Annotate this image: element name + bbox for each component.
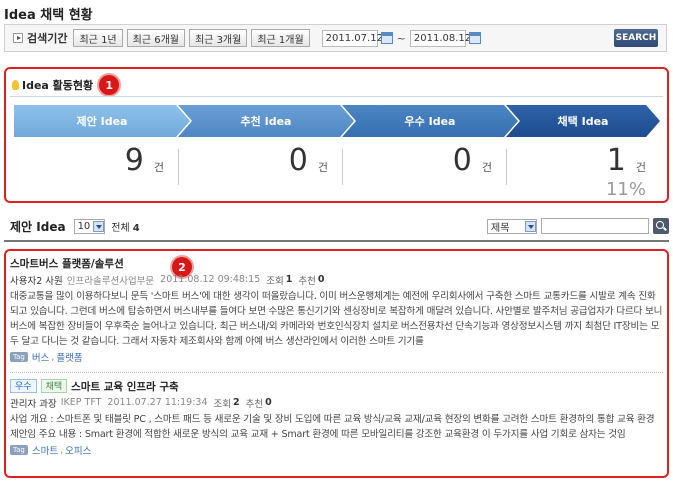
search-period-text: 검색기간: [27, 32, 68, 45]
page-title: Idea 채택 현황: [4, 8, 93, 23]
divider: [10, 96, 663, 97]
calendar-icon[interactable]: [468, 32, 481, 44]
list-item: 스마트버스 플랫폼/솔루션 사용자2 사원 인프라솔루션사업부문 2011.08…: [10, 255, 663, 364]
arrow-right-icon: [13, 33, 23, 43]
tag-link[interactable]: 오피스: [65, 443, 91, 457]
count-unit: 건: [153, 161, 164, 174]
date-from-field[interactable]: 2011.07.12: [321, 29, 383, 47]
count-unit: 건: [481, 161, 492, 174]
adoption-rate: 11%: [605, 179, 646, 200]
search-icon[interactable]: [653, 218, 669, 234]
tag-separator: ,: [51, 351, 55, 363]
stage-counts: 9 건 0 건 0 건 1 건 11%: [14, 143, 660, 200]
count-value[interactable]: 0: [289, 143, 308, 179]
page-size-select[interactable]: 10: [73, 218, 106, 234]
idea-title-row: 우수 채택 스마트 교육 인프라 구축: [10, 378, 663, 394]
views-label: 조회: [213, 398, 231, 410]
idea-meta: 사용자2 사원 인프라솔루션사업부문 2011.08.12 09:48:15 조…: [10, 272, 663, 287]
views-count: 1: [285, 274, 293, 285]
search-input[interactable]: [541, 218, 649, 234]
tag-link[interactable]: 플랫폼: [56, 350, 82, 364]
idea-list: 2 스마트버스 플랫폼/솔루션 사용자2 사원 인프라솔루션사업부문 2011.…: [4, 249, 669, 478]
lightbulb-icon: [12, 80, 19, 90]
chevron-down-icon: [525, 220, 536, 232]
timestamp: 2011.07.27 11:19:34: [107, 397, 208, 408]
count-excellent: 0 건: [342, 143, 506, 199]
count-value[interactable]: 9: [125, 143, 144, 179]
total-count: 전체 4: [111, 219, 139, 234]
count-unit: 건: [317, 161, 328, 174]
views-label: 조회: [266, 275, 284, 287]
annotation-badge: 1: [99, 75, 120, 95]
date-to-field[interactable]: 2011.08.12: [409, 29, 471, 47]
recommend-count: 0: [317, 274, 325, 285]
tag-row: Tag 스마트 , 오피스: [10, 443, 663, 457]
search-period-bar: 검색기간 최근 1년 최근 6개월 최근 3개월 최근 1개월 2011.07.…: [4, 24, 667, 52]
activity-status-panel: Idea 활동현황 1 제안 Idea 추천 Idea 우수 Idea 채택 I…: [4, 67, 669, 203]
stage-adopted: 채택 Idea: [506, 105, 660, 137]
department: 인프라솔루션사업부문: [66, 275, 155, 287]
timestamp: 2011.08.12 09:48:15: [160, 274, 261, 285]
divider: [4, 240, 669, 242]
total-value: 4: [132, 222, 140, 234]
period-6months-button[interactable]: 최근 6개월: [126, 29, 185, 47]
calendar-icon[interactable]: [380, 32, 393, 44]
date-separator: ~: [396, 31, 406, 45]
list-item: 우수 채택 스마트 교육 인프라 구축 관리자 과장 IKEP TFT 2011…: [10, 378, 663, 457]
count-adopted: 1 건 11%: [506, 143, 660, 200]
views-count: 2: [233, 397, 240, 408]
idea-summary[interactable]: 사업 개요 : 스마트폰 및 태블릿 PC , 스마트 패드 등 새로운 기술 …: [10, 412, 663, 442]
idea-meta: 관리자 과장 IKEP TFT 2011.07.27 11:19:34 조회 2…: [10, 395, 663, 410]
count-unit: 건: [635, 161, 646, 174]
stage-excellent: 우수 Idea: [342, 105, 518, 137]
tag-row: Tag 버스 , 플랫폼: [10, 350, 663, 364]
tag-separator: ,: [60, 444, 64, 456]
count-recommended: 0 건: [178, 143, 342, 199]
activity-header: Idea 활동현황 1: [12, 75, 120, 95]
activity-title: Idea 활동현황: [22, 79, 94, 92]
search-field-select[interactable]: 제목: [487, 218, 537, 234]
idea-title-link[interactable]: 스마트버스 플랫폼/솔루션: [10, 256, 124, 271]
tag-icon: Tag: [10, 445, 28, 455]
idea-summary[interactable]: 대중교통을 많이 이용하다보니 문득 '스마트 버스'에 대한 생각이 떠올랐습…: [10, 289, 663, 349]
tag-link[interactable]: 스마트: [32, 443, 58, 457]
search-period-label: 검색기간: [13, 30, 67, 46]
stage-arrows: 제안 Idea 추천 Idea 우수 Idea 채택 Idea: [14, 105, 660, 137]
recommend-label: 추천: [298, 275, 316, 287]
period-1year-button[interactable]: 최근 1년: [73, 29, 123, 47]
author[interactable]: 사용자2 사원: [10, 273, 63, 287]
stage-recommended: 추천 Idea: [178, 105, 354, 137]
total-label: 전체: [111, 222, 130, 234]
adopted-badge: 채택: [40, 379, 68, 393]
recommend-label: 추천: [245, 398, 264, 410]
department: IKEP TFT: [60, 397, 102, 408]
period-3months-button[interactable]: 최근 3개월: [188, 29, 248, 47]
count-proposed: 9 건: [14, 143, 178, 199]
tag-link[interactable]: 버스: [32, 350, 49, 364]
divider: [10, 372, 663, 373]
best-badge: 우수: [10, 379, 37, 393]
count-value[interactable]: 0: [453, 143, 472, 179]
list-search-tools: 제목: [487, 218, 669, 234]
tag-icon: Tag: [10, 352, 28, 362]
page-size-value: 10: [77, 220, 91, 232]
recommend-count: 0: [265, 397, 272, 408]
idea-title-row: 스마트버스 플랫폼/솔루션: [10, 255, 663, 271]
chevron-down-icon: [93, 220, 105, 232]
stage-proposed: 제안 Idea: [14, 105, 190, 137]
period-1month-button[interactable]: 최근 1개월: [251, 29, 310, 47]
count-value[interactable]: 1: [607, 143, 626, 179]
idea-list-header: 제안 Idea 10 전체 4 제목: [4, 216, 669, 236]
search-button[interactable]: SEARCH: [614, 29, 658, 47]
author[interactable]: 관리자 과장: [10, 396, 57, 410]
search-field-value: 제목: [491, 222, 510, 234]
list-title: 제안 Idea: [10, 219, 66, 234]
idea-title-link[interactable]: 스마트 교육 인프라 구축: [71, 379, 179, 394]
